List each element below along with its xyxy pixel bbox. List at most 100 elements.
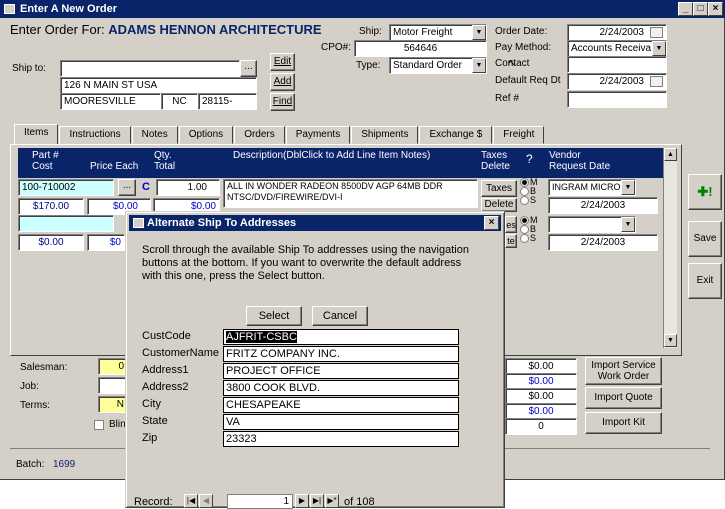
record-count: of 108: [344, 496, 375, 508]
ship-method-value: Motor Freight: [393, 27, 453, 38]
radio-s[interactable]: S: [520, 196, 538, 206]
cancel-button[interactable]: Cancel: [312, 306, 368, 326]
ship-mode-radios-new: M B S: [520, 216, 538, 244]
chevron-down-icon[interactable]: ▼: [621, 217, 635, 232]
order-type-select[interactable]: Standard Order ▼: [389, 57, 487, 74]
select-button[interactable]: Select: [246, 306, 302, 326]
taxes-button[interactable]: Taxes: [481, 180, 517, 197]
find-label: Find: [272, 96, 293, 107]
vendor-select-new[interactable]: ▼: [548, 216, 636, 233]
cpo-field[interactable]: 564646: [354, 40, 487, 57]
request-date-field[interactable]: 2/24/2003: [548, 197, 658, 214]
dialog-titlebar[interactable]: Alternate Ship To Addresses ×: [129, 215, 501, 231]
customer-name-field[interactable]: FRITZ COMPANY INC.: [223, 346, 459, 362]
ship-to-name-field[interactable]: [60, 60, 240, 77]
record-number-field[interactable]: 1: [227, 494, 293, 509]
custcode-field[interactable]: AJFRIT-CSBC: [223, 329, 459, 345]
city-field[interactable]: CHESAPEAKE: [223, 397, 459, 413]
last-record-icon[interactable]: ▶|: [310, 494, 324, 508]
blind-ship-checkbox[interactable]: [94, 420, 104, 430]
ship-to-state-field[interactable]: NC: [161, 93, 198, 110]
add-button[interactable]: Add: [270, 73, 295, 91]
vendor-select[interactable]: INGRAM MICRO ▼: [548, 179, 636, 196]
ship-method-select[interactable]: Motor Freight ▼: [389, 24, 487, 41]
taxes-button-new[interactable]: es: [505, 216, 517, 233]
close-button[interactable]: ×: [708, 2, 723, 16]
tab-shipments[interactable]: Shipments: [351, 126, 419, 144]
tab-instructions[interactable]: Instructions: [59, 126, 131, 144]
qty-field[interactable]: 1.00: [156, 179, 220, 196]
edit-button[interactable]: Edit: [270, 53, 295, 71]
tab-payments[interactable]: Payments: [285, 126, 351, 144]
request-date-field-new[interactable]: 2/24/2003: [548, 234, 658, 251]
job-field[interactable]: [98, 377, 128, 394]
batch-value: 1699: [53, 459, 76, 470]
tab-options[interactable]: Options: [178, 126, 234, 144]
chevron-down-icon[interactable]: ▼: [652, 41, 666, 56]
chevron-down-icon[interactable]: ▼: [472, 25, 486, 40]
pay-method-label: Pay Method:: [495, 42, 552, 53]
minimize-button[interactable]: _: [678, 2, 693, 16]
ship-to-address-field[interactable]: 126 N MAIN ST USA: [60, 77, 257, 94]
tab-items[interactable]: Items: [14, 124, 59, 144]
tab-freight[interactable]: Freight: [493, 126, 545, 144]
tab-exchange[interactable]: Exchange $: [419, 126, 493, 144]
new-record-icon[interactable]: ▶*: [325, 494, 339, 508]
ref-label: Ref #: [495, 93, 519, 104]
calendar-icon[interactable]: [650, 76, 663, 87]
tab-orders[interactable]: Orders: [234, 126, 285, 144]
next-record-icon[interactable]: ▶: [295, 494, 309, 508]
zip-field[interactable]: 23323: [223, 431, 459, 447]
cost-field-new[interactable]: $0.00: [18, 234, 84, 251]
part-number-field[interactable]: 100-710002: [18, 179, 114, 196]
tab-notes[interactable]: Notes: [131, 126, 178, 144]
calendar-icon[interactable]: [650, 27, 663, 38]
ref-field[interactable]: [567, 91, 667, 108]
salesman-label: Salesman:: [20, 362, 68, 373]
exit-button[interactable]: Exit: [688, 263, 722, 299]
pay-method-select[interactable]: Accounts Receiva ▼: [567, 40, 667, 57]
chevron-down-icon[interactable]: ▼: [621, 180, 635, 195]
zip-label: Zip: [142, 432, 158, 444]
cost-field[interactable]: $170.00: [18, 198, 84, 215]
save-button[interactable]: Save: [688, 221, 722, 257]
import-service-order-button[interactable]: Import Service Work Order: [585, 357, 662, 385]
chevron-down-icon[interactable]: ▼: [472, 58, 486, 73]
address1-field[interactable]: PROJECT OFFICE: [223, 363, 459, 379]
price-each-field-new[interactable]: $0: [87, 234, 125, 251]
part-lookup-button[interactable]: ...: [118, 179, 136, 196]
window-titlebar[interactable]: Enter A New Order _ □ ×: [0, 0, 725, 18]
import-quote-button[interactable]: Import Quote: [585, 387, 662, 409]
c-flag[interactable]: C: [142, 179, 154, 196]
terms-field[interactable]: N: [98, 396, 128, 413]
order-tabs: Items Instructions Notes Options Orders …: [14, 124, 545, 144]
import-kit-button[interactable]: Import Kit: [585, 412, 662, 434]
first-record-icon[interactable]: |◀: [184, 494, 198, 508]
items-scrollbar[interactable]: ▲ ▼: [663, 148, 677, 348]
scroll-down-icon[interactable]: ▼: [664, 334, 677, 347]
custcode-value: AJFRIT-CSBC: [226, 331, 297, 343]
state-field[interactable]: VA: [223, 414, 459, 430]
delete-button-new[interactable]: te: [505, 234, 517, 248]
ship-to-zip-field[interactable]: 28115-: [198, 93, 257, 110]
salesman-field[interactable]: 0: [98, 358, 128, 375]
part-number-field-new[interactable]: [18, 215, 114, 232]
find-button[interactable]: Find: [270, 93, 295, 111]
ship-to-city-field[interactable]: MOORESVILLE: [60, 93, 161, 110]
radio-s[interactable]: S: [520, 234, 538, 244]
dialog-close-button[interactable]: ×: [484, 216, 499, 230]
custcode-label: CustCode: [142, 330, 191, 342]
address1-label: Address1: [142, 364, 189, 376]
city-label: City: [142, 398, 161, 410]
address2-field[interactable]: 3800 COOK BLVD.: [223, 380, 459, 396]
prev-record-icon[interactable]: ◀: [199, 494, 213, 508]
description-field[interactable]: ALL IN WONDER RADEON 8500DV AGP 64MB DDR…: [223, 179, 478, 208]
address2-label: Address2: [142, 381, 189, 393]
new-line-button[interactable]: ✚!: [688, 174, 722, 210]
scroll-up-icon[interactable]: ▲: [664, 148, 677, 161]
maximize-button[interactable]: □: [693, 2, 708, 16]
contact-field[interactable]: [567, 56, 667, 73]
delete-button[interactable]: Delete: [481, 198, 517, 212]
green-plus-icon: ✚!: [697, 184, 713, 199]
ship-to-lookup-button[interactable]: ...: [240, 60, 257, 77]
